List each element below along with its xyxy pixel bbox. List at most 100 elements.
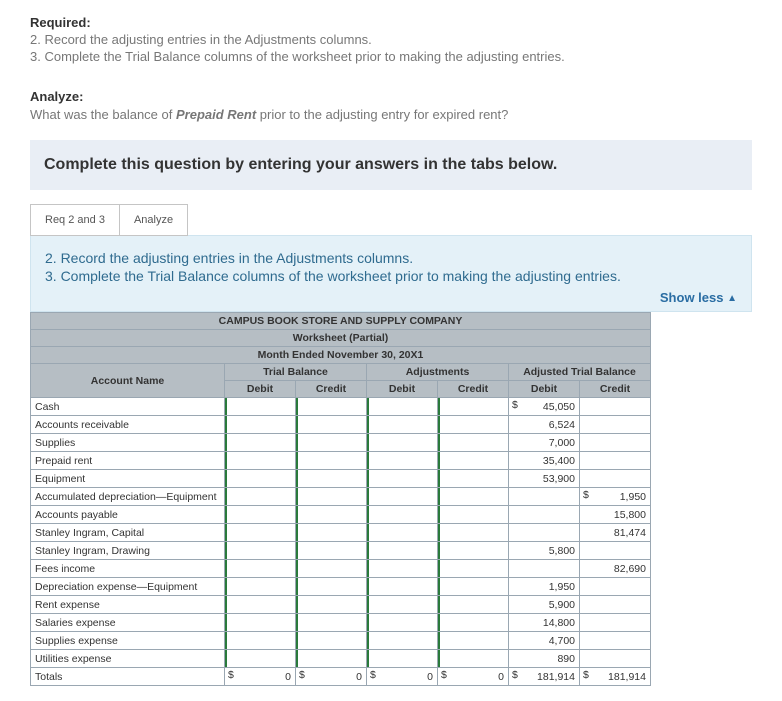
input-tb_dr[interactable]: [225, 398, 296, 416]
totals-adj-dr: $0: [367, 668, 438, 686]
cell-atb_cr: [580, 650, 651, 668]
input-tb_dr[interactable]: [225, 542, 296, 560]
input-adj_dr[interactable]: [367, 542, 438, 560]
input-adj_cr[interactable]: [438, 524, 509, 542]
input-adj_cr[interactable]: [438, 506, 509, 524]
cell-atb_cr: 82,690: [580, 560, 651, 578]
input-tb_dr[interactable]: [225, 506, 296, 524]
input-adj_cr[interactable]: [438, 578, 509, 596]
input-tb_dr[interactable]: [225, 524, 296, 542]
table-row: Prepaid rent35,400: [31, 452, 651, 470]
instructions-banner: Complete this question by entering your …: [30, 140, 752, 190]
account-name-cell: Utilities expense: [31, 650, 225, 668]
col-group-adjustments: Adjustments: [367, 364, 509, 381]
col-adj-debit: Debit: [367, 381, 438, 398]
input-adj_dr[interactable]: [367, 506, 438, 524]
input-tb_dr[interactable]: [225, 596, 296, 614]
input-tb_dr[interactable]: [225, 614, 296, 632]
input-adj_cr[interactable]: [438, 542, 509, 560]
input-tb_cr[interactable]: [296, 470, 367, 488]
input-tb_dr[interactable]: [225, 488, 296, 506]
cell-atb_cr: [580, 470, 651, 488]
input-adj_dr[interactable]: [367, 452, 438, 470]
input-adj_cr[interactable]: [438, 632, 509, 650]
input-adj_dr[interactable]: [367, 416, 438, 434]
cell-atb_dr: 890: [509, 650, 580, 668]
input-adj_dr[interactable]: [367, 614, 438, 632]
input-adj_dr[interactable]: [367, 398, 438, 416]
account-name-cell: Salaries expense: [31, 614, 225, 632]
input-adj_cr[interactable]: [438, 416, 509, 434]
totals-row: Totals $0 $0 $0 $0 $181,914 $181,914: [31, 668, 651, 686]
analyze-heading: Analyze:: [30, 89, 752, 104]
cell-atb_cr: 81,474: [580, 524, 651, 542]
input-tb_dr[interactable]: [225, 434, 296, 452]
analyze-question: What was the balance of Prepaid Rent pri…: [30, 107, 752, 122]
input-tb_dr[interactable]: [225, 560, 296, 578]
input-tb_dr[interactable]: [225, 650, 296, 668]
input-tb_cr[interactable]: [296, 434, 367, 452]
input-tb_dr[interactable]: [225, 452, 296, 470]
account-name-cell: Prepaid rent: [31, 452, 225, 470]
input-tb_cr[interactable]: [296, 488, 367, 506]
input-adj_dr[interactable]: [367, 524, 438, 542]
input-adj_cr[interactable]: [438, 398, 509, 416]
input-tb_cr[interactable]: [296, 398, 367, 416]
show-less-toggle[interactable]: Show less ▲: [45, 290, 737, 305]
input-tb_cr[interactable]: [296, 542, 367, 560]
input-tb_cr[interactable]: [296, 578, 367, 596]
table-row: Cash$45,050: [31, 398, 651, 416]
input-adj_dr[interactable]: [367, 470, 438, 488]
input-tb_cr[interactable]: [296, 416, 367, 434]
table-row: Salaries expense14,800: [31, 614, 651, 632]
input-tb_cr[interactable]: [296, 632, 367, 650]
input-adj_cr[interactable]: [438, 488, 509, 506]
input-tb_cr[interactable]: [296, 596, 367, 614]
table-row: Depreciation expense—Equipment1,950: [31, 578, 651, 596]
input-tb_dr[interactable]: [225, 470, 296, 488]
input-tb_cr[interactable]: [296, 650, 367, 668]
input-adj_cr[interactable]: [438, 560, 509, 578]
analyze-suffix: prior to the adjusting entry for expired…: [256, 107, 508, 122]
input-tb_cr[interactable]: [296, 524, 367, 542]
table-row: Fees income 82,690: [31, 560, 651, 578]
show-less-label: Show less: [660, 290, 724, 305]
input-adj_cr[interactable]: [438, 470, 509, 488]
input-tb_dr[interactable]: [225, 632, 296, 650]
input-adj_cr[interactable]: [438, 452, 509, 470]
account-name-cell: Fees income: [31, 560, 225, 578]
cell-atb_dr: 7,000: [509, 434, 580, 452]
input-adj_dr[interactable]: [367, 434, 438, 452]
input-tb_cr[interactable]: [296, 614, 367, 632]
input-tb_cr[interactable]: [296, 560, 367, 578]
col-tb-credit: Credit: [296, 381, 367, 398]
tab-req-2-and-3[interactable]: Req 2 and 3: [30, 204, 120, 236]
input-tb_cr[interactable]: [296, 452, 367, 470]
table-row: Supplies7,000: [31, 434, 651, 452]
totals-adj-cr: $0: [438, 668, 509, 686]
instruction-panel: 2. Record the adjusting entries in the A…: [30, 235, 752, 312]
account-name-cell: Rent expense: [31, 596, 225, 614]
tab-analyze[interactable]: Analyze: [119, 204, 188, 236]
col-account-name: Account Name: [31, 364, 225, 398]
input-tb_cr[interactable]: [296, 506, 367, 524]
input-adj_dr[interactable]: [367, 596, 438, 614]
input-tb_dr[interactable]: [225, 416, 296, 434]
input-adj_dr[interactable]: [367, 578, 438, 596]
input-adj_dr[interactable]: [367, 650, 438, 668]
col-group-trial-balance: Trial Balance: [225, 364, 367, 381]
input-adj_dr[interactable]: [367, 488, 438, 506]
input-adj_cr[interactable]: [438, 434, 509, 452]
input-adj_cr[interactable]: [438, 596, 509, 614]
required-heading: Required:: [30, 15, 752, 30]
table-row: Accounts payable15,800: [31, 506, 651, 524]
input-adj_cr[interactable]: [438, 650, 509, 668]
input-adj_dr[interactable]: [367, 632, 438, 650]
col-group-adjusted-tb: Adjusted Trial Balance: [509, 364, 651, 381]
cell-atb_cr: $1,950: [580, 488, 651, 506]
required-item-3: 3. Complete the Trial Balance columns of…: [30, 49, 752, 64]
col-tb-debit: Debit: [225, 381, 296, 398]
input-adj_dr[interactable]: [367, 560, 438, 578]
input-adj_cr[interactable]: [438, 614, 509, 632]
input-tb_dr[interactable]: [225, 578, 296, 596]
